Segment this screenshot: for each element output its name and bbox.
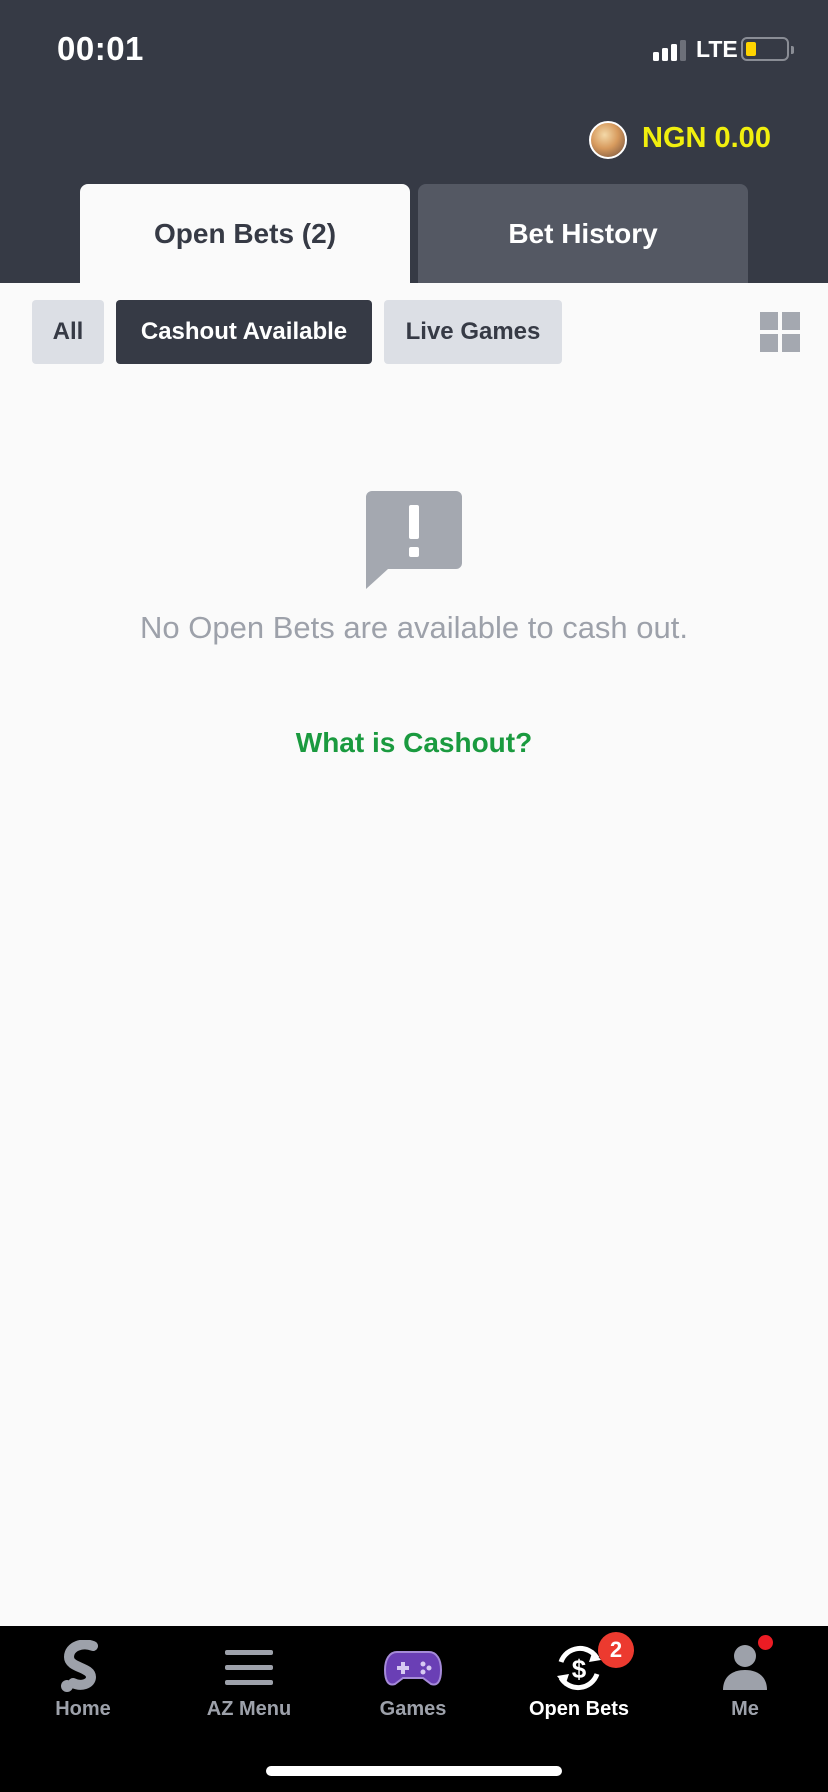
nav-me-label: Me: [731, 1698, 759, 1720]
header: 00:01 LTE NGN 0.00 Open Bets (2) Bet His…: [0, 0, 828, 283]
notification-dot: [758, 1635, 773, 1650]
svg-text:$: $: [572, 1654, 587, 1684]
tab-bet-history[interactable]: Bet History: [418, 184, 748, 283]
nav-games-label: Games: [379, 1698, 447, 1720]
avatar[interactable]: [589, 121, 627, 159]
status-time: 00:01: [57, 30, 144, 67]
nav-me[interactable]: Me: [662, 1626, 828, 1756]
filter-cashout-available[interactable]: Cashout Available: [116, 300, 372, 364]
home-indicator[interactable]: [266, 1766, 562, 1776]
nav-home[interactable]: Home: [0, 1626, 166, 1756]
nav-az-menu-label: AZ Menu: [206, 1698, 292, 1720]
account-balance[interactable]: NGN 0.00: [642, 122, 771, 155]
battery-icon: [741, 37, 794, 61]
filter-live-games[interactable]: Live Games: [384, 300, 562, 364]
nav-az-menu[interactable]: AZ Menu: [166, 1626, 332, 1756]
grid-view-icon[interactable]: [760, 312, 800, 352]
network-type: LTE: [696, 36, 738, 62]
gamepad-icon: [383, 1651, 443, 1686]
alert-message-icon: [366, 491, 462, 589]
open-bets-count-badge: 2: [598, 1632, 634, 1668]
signal-icon: [653, 40, 686, 61]
empty-state-message: No Open Bets are available to cash out.: [140, 610, 688, 645]
menu-icon: [225, 1650, 273, 1685]
nav-open-bets-label: Open Bets: [528, 1698, 630, 1720]
nav-home-label: Home: [55, 1698, 111, 1720]
nav-open-bets[interactable]: $ Open Bets: [496, 1626, 662, 1756]
what-is-cashout-link[interactable]: What is Cashout?: [0, 727, 828, 759]
tab-open-bets[interactable]: Open Bets (2): [80, 184, 410, 283]
nav-games[interactable]: Games: [330, 1626, 496, 1756]
sportybet-logo-icon: [61, 1640, 98, 1692]
filter-all[interactable]: All: [32, 300, 104, 364]
